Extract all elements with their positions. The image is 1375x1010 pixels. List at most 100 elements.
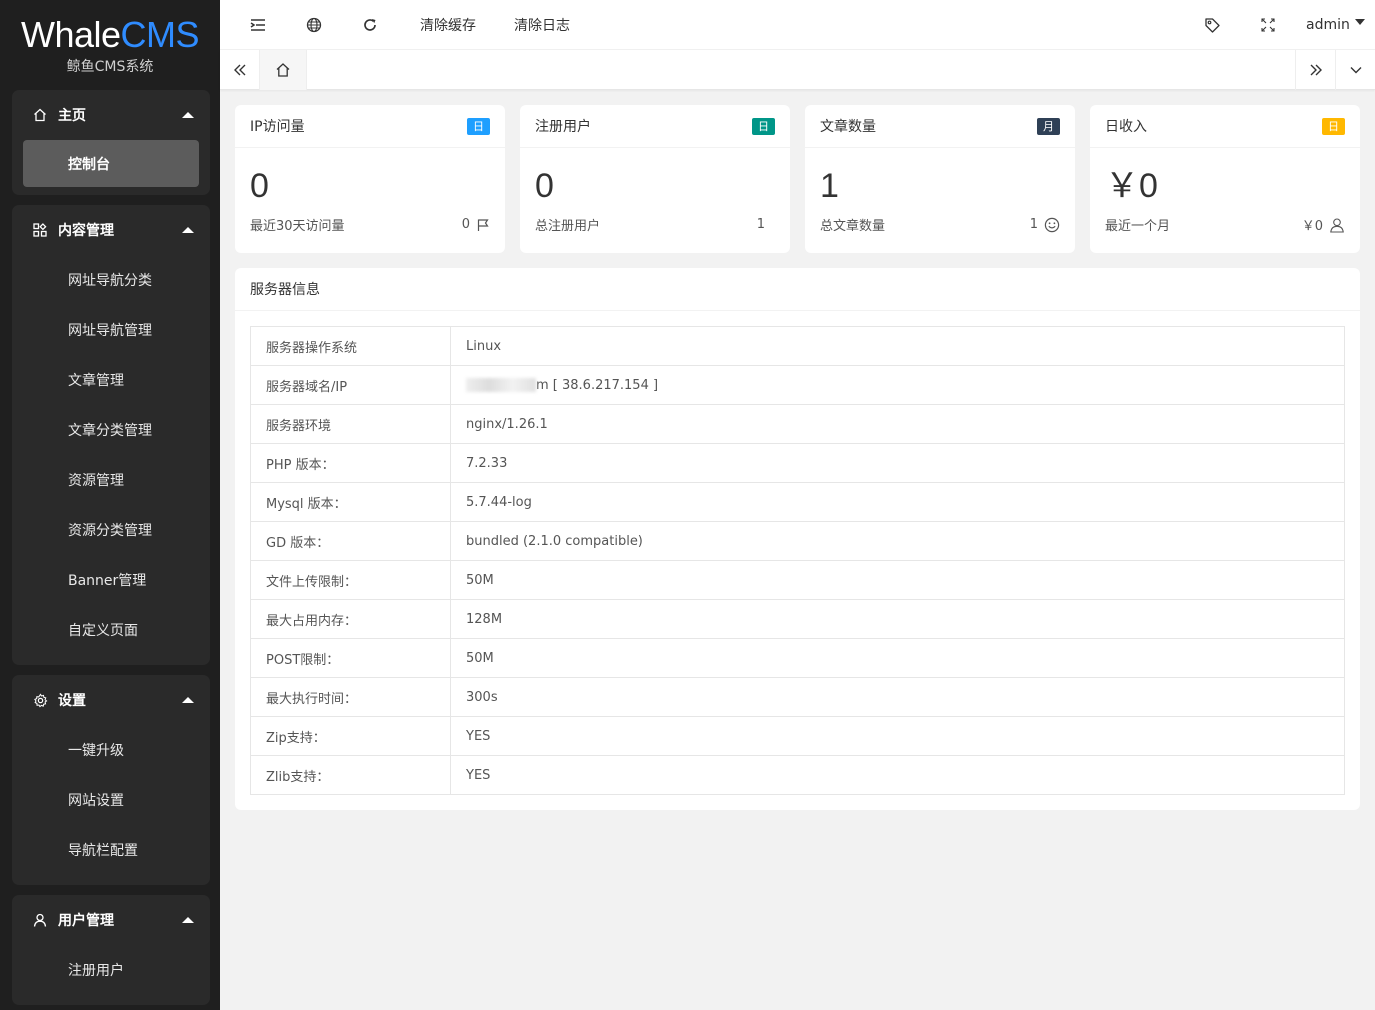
clear-log-button[interactable]: 清除日志 xyxy=(504,0,580,50)
sidebar-item-navbar-config[interactable]: 导航栏配置 xyxy=(12,825,210,875)
nav-group-header-content[interactable]: 内容管理 xyxy=(12,205,210,255)
logo[interactable]: WhaleCMS 鲸鱼CMS系统 xyxy=(0,0,220,90)
caret-up-icon xyxy=(182,112,194,118)
row-key: GD 版本： xyxy=(250,521,451,561)
table-row: 服务器域名/IP m [ 38.6.217.154 ] xyxy=(250,365,1345,405)
table-row: Zlib支持： YES xyxy=(250,755,1345,795)
sidebar-item-banner[interactable]: Banner管理 xyxy=(12,555,210,605)
stat-value: 1 xyxy=(820,167,839,205)
chevron-down-icon xyxy=(1350,67,1361,74)
sidebar: WhaleCMS 鲸鱼CMS系统 主页 控制台 内容管理 网址导航分类 网址导航… xyxy=(0,0,220,1010)
home-icon xyxy=(32,107,48,123)
period-badge: 月 xyxy=(1037,117,1060,135)
row-key: 最大占用内存： xyxy=(250,599,451,639)
server-info-card: 服务器信息 服务器操作系统 Linux 服务器域名/IP m [ 38.6.217.… xyxy=(235,268,1360,810)
double-chevron-left-icon xyxy=(233,64,245,76)
table-row: 最大执行时间： 300s xyxy=(250,677,1345,717)
row-key: POST限制： xyxy=(250,638,451,678)
row-value: 5.7.44-log xyxy=(450,482,1345,522)
sidebar-item-site-settings[interactable]: 网站设置 xyxy=(12,775,210,825)
stat-title: 文章数量 xyxy=(820,119,876,135)
flag-icon xyxy=(477,218,489,231)
refresh-icon xyxy=(364,19,376,31)
row-key: 文件上传限制： xyxy=(250,560,451,600)
caret-up-icon xyxy=(182,227,194,233)
row-value: 7.2.33 xyxy=(450,443,1345,483)
row-value: Linux xyxy=(450,326,1345,366)
stat-title: IP访问量 xyxy=(250,119,305,135)
user-menu[interactable]: admin xyxy=(1306,0,1372,50)
tabs-menu-button[interactable] xyxy=(1335,50,1375,90)
user-outline-icon xyxy=(1330,217,1344,233)
redacted-domain xyxy=(466,378,536,392)
period-badge: 日 xyxy=(752,117,775,135)
clear-cache-button[interactable]: 清除缓存 xyxy=(408,0,488,50)
stat-foot-label: 总文章数量 xyxy=(820,219,886,234)
row-key: 服务器操作系统 xyxy=(250,326,451,366)
tag-button[interactable] xyxy=(1194,0,1230,50)
menu-fold-icon xyxy=(250,19,265,31)
stat-card-income: 日收入 日 ￥0 最近一个月 ￥0 xyxy=(1090,105,1360,253)
row-key: Zlib支持： xyxy=(250,755,451,795)
row-key: Mysql 版本： xyxy=(250,482,451,522)
table-row: 最大占用内存： 128M xyxy=(250,599,1345,639)
row-value: 128M xyxy=(450,599,1345,639)
globe-icon xyxy=(306,17,322,33)
table-row: Mysql 版本： 5.7.44-log xyxy=(250,482,1345,522)
user-icon xyxy=(32,912,48,928)
stat-foot-value: 1 xyxy=(1029,217,1038,232)
table-row: Zip支持： YES xyxy=(250,716,1345,756)
table-row: 服务器环境 nginx/1.26.1 xyxy=(250,404,1345,444)
row-value: m [ 38.6.217.154 ] xyxy=(450,365,1345,405)
table-row: PHP 版本： 7.2.33 xyxy=(250,443,1345,483)
sidebar-item-nav-manage[interactable]: 网址导航管理 xyxy=(12,305,210,355)
tabs-scroll-left-button[interactable] xyxy=(220,50,260,90)
nav-group-header-settings[interactable]: 设置 xyxy=(12,675,210,725)
caret-down-icon xyxy=(1354,19,1365,25)
sidebar-item-article-categories[interactable]: 文章分类管理 xyxy=(12,405,210,455)
logo-text: WhaleCMS xyxy=(20,14,200,55)
sidebar-item-nav-category[interactable]: 网址导航分类 xyxy=(12,255,210,305)
double-chevron-right-icon xyxy=(1310,64,1322,76)
table-row: GD 版本： bundled (2.1.0 compatible) xyxy=(250,521,1345,561)
sidebar-item-resource-categories[interactable]: 资源分类管理 xyxy=(12,505,210,555)
apps-icon xyxy=(32,222,48,238)
gear-icon xyxy=(32,692,48,708)
tab-home[interactable] xyxy=(260,50,307,90)
tag-icon xyxy=(1204,17,1220,33)
stat-foot-value: 1 xyxy=(756,217,765,232)
stat-foot-value: ￥0 xyxy=(1301,219,1323,234)
website-button[interactable] xyxy=(296,0,332,50)
server-info-table: 服务器操作系统 Linux 服务器域名/IP m [ 38.6.217.154 ] … xyxy=(250,326,1345,795)
sidebar-item-resources[interactable]: 资源管理 xyxy=(12,455,210,505)
row-value: YES xyxy=(450,716,1345,756)
nav-group-settings: 设置 一键升级 网站设置 导航栏配置 xyxy=(12,675,210,885)
smile-icon xyxy=(1044,217,1060,232)
row-key: 服务器环境 xyxy=(250,404,451,444)
sidebar-item-upgrade[interactable]: 一键升级 xyxy=(12,725,210,775)
tab-bar xyxy=(220,50,1375,90)
row-key: 最大执行时间： xyxy=(250,677,451,717)
stat-foot-label: 最近30天访问量 xyxy=(250,219,345,234)
stat-card-articles: 文章数量 月 1 总文章数量 1 xyxy=(805,105,1075,253)
refresh-button[interactable] xyxy=(352,0,388,50)
row-value: nginx/1.26.1 xyxy=(450,404,1345,444)
nav-group-users: 用户管理 注册用户 xyxy=(12,895,210,1005)
sidebar-item-custom-pages[interactable]: 自定义页面 xyxy=(12,605,210,655)
stat-foot-label: 最近一个月 xyxy=(1105,219,1171,234)
home-icon xyxy=(276,63,290,77)
row-key: Zip支持： xyxy=(250,716,451,756)
stat-foot-label: 总注册用户 xyxy=(535,219,601,234)
sidebar-item-registered-users[interactable]: 注册用户 xyxy=(12,945,210,995)
stat-card-ip: IP访问量 日 0 最近30天访问量 0 xyxy=(235,105,505,253)
sidebar-item-articles[interactable]: 文章管理 xyxy=(12,355,210,405)
table-row: 服务器操作系统 Linux xyxy=(250,326,1345,366)
fullscreen-button[interactable] xyxy=(1250,0,1286,50)
sidebar-toggle-button[interactable] xyxy=(240,0,276,50)
nav-group-header-home[interactable]: 主页 xyxy=(12,90,210,140)
nav-group-header-users[interactable]: 用户管理 xyxy=(12,895,210,945)
stat-value: 0 xyxy=(535,167,554,205)
tabs-scroll-right-button[interactable] xyxy=(1295,50,1335,90)
sidebar-item-dashboard[interactable]: 控制台 xyxy=(23,140,199,187)
fullscreen-icon xyxy=(1261,18,1275,32)
